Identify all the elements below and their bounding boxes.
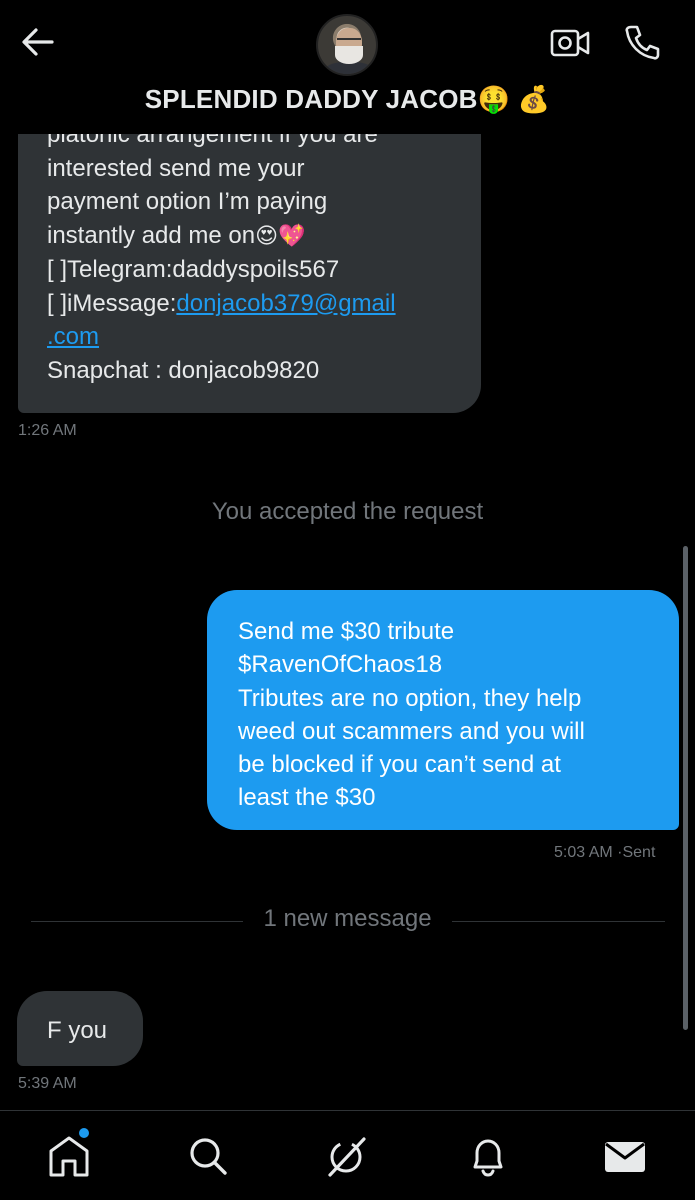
conversation-header: SPLENDID DADDY JACOB🤑 💰 (0, 0, 695, 134)
nav-messages[interactable] (600, 1131, 650, 1181)
message-line: Send me $30 tribute (238, 618, 455, 645)
sent-time: 5:03 AM (554, 844, 613, 861)
message-line: payment option I’m paying (47, 188, 328, 215)
envelope-icon (605, 1142, 645, 1172)
voice-call-button[interactable] (622, 22, 662, 62)
nav-search[interactable] (183, 1131, 233, 1181)
new-message-divider: 1 new message (263, 905, 432, 932)
scrollbar[interactable] (683, 546, 688, 1030)
sent-timestamp: 5:03 AM ·Sent (554, 844, 655, 862)
back-button[interactable] (18, 22, 58, 62)
message-line: weed out scammers and you will (238, 717, 585, 745)
telegram-line: [ ]Telegram:daddyspoils567 (47, 256, 340, 283)
message-line: Tributes are no option, they help (238, 684, 582, 712)
search-icon (190, 1138, 227, 1175)
message-text: instantly add me on (47, 221, 256, 249)
email-link[interactable]: donjacob379@gmail (176, 290, 395, 317)
video-camera-icon (550, 29, 590, 57)
nav-grok[interactable] (322, 1131, 372, 1181)
page-title: SPLENDID DADDY JACOB🤑 💰 (144, 84, 551, 114)
grok-icon (328, 1137, 366, 1177)
bottom-navigation (0, 1110, 695, 1200)
home-icon (49, 1136, 89, 1177)
message-timestamp: 5:39 AM (18, 1075, 77, 1092)
incoming-message-bubble[interactable]: platonic arrangement if you are interest… (18, 108, 481, 413)
message-line: $RavenOfChaos18 (238, 651, 443, 679)
unread-dot (79, 1128, 89, 1138)
video-call-button[interactable] (549, 24, 591, 62)
imessage-line: [ ]iMessage:donjacob379@gmail (47, 287, 461, 321)
avatar[interactable] (316, 14, 378, 76)
snapchat-line: Snapchat : donjacob9820 (47, 356, 320, 384)
message-line: be blocked if you can’t send at (238, 751, 561, 779)
message-line: instantly add me on😍💖 (47, 219, 461, 254)
message-line: least the $30 (238, 784, 376, 812)
nav-notifications[interactable] (463, 1131, 513, 1181)
phone-icon (625, 25, 660, 60)
bell-icon (473, 1139, 503, 1177)
imessage-label: [ ]iMessage: (47, 289, 177, 317)
email-link-continued[interactable]: .com (47, 323, 99, 350)
outgoing-message-bubble[interactable]: Send me $30 tribute $RavenOfChaos18 Trib… (207, 590, 679, 830)
incoming-message-bubble[interactable]: F you (17, 991, 143, 1066)
message-timestamp: 1:26 AM (18, 422, 77, 439)
sent-status: ·Sent (617, 844, 656, 861)
divider-right (452, 921, 665, 922)
dm-conversation-screen: SPLENDID DADDY JACOB🤑 💰 platonic arrange… (0, 0, 695, 1200)
request-accepted-note: You accepted the request (211, 498, 484, 525)
emoji-hearts: 😍💖 (255, 223, 306, 249)
message-line: interested send me your (47, 154, 305, 182)
arrow-left-icon (22, 28, 54, 56)
email-link-continued-line: .com (47, 320, 461, 354)
message-text: F you (47, 1017, 108, 1044)
nav-home[interactable] (44, 1128, 94, 1181)
